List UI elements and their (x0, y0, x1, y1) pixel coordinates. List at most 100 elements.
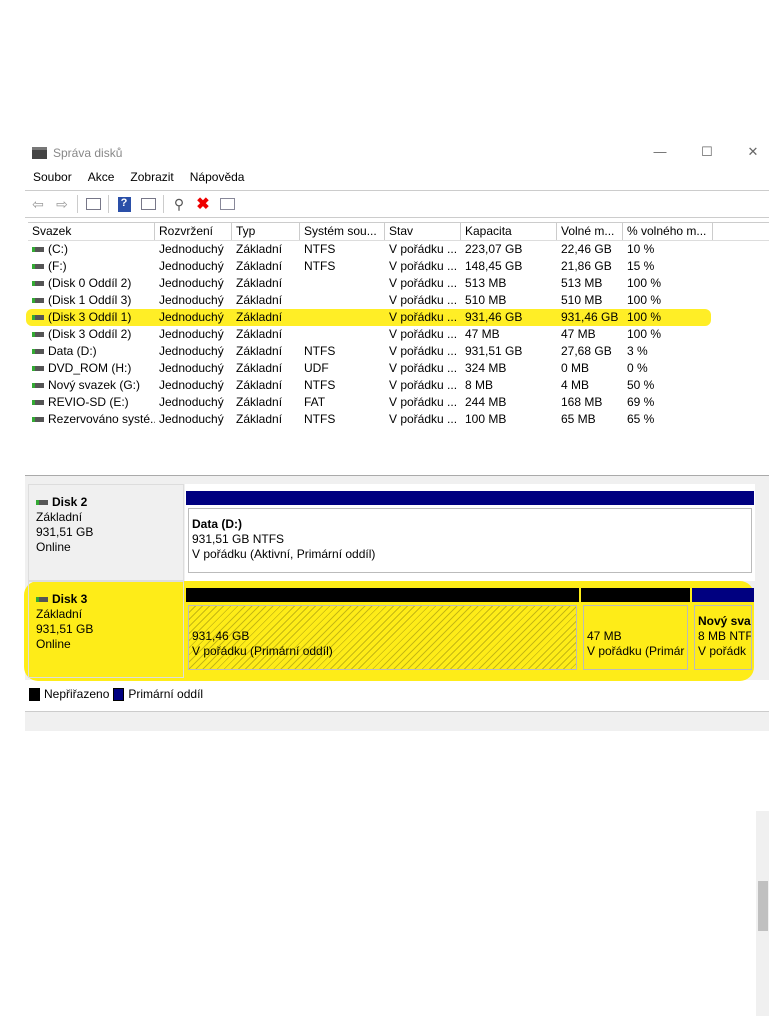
partition-data-d[interactable]: Data (D:) 931,51 GB NTFS V pořádku (Akti… (185, 484, 755, 576)
cell-volne: 4 MB (557, 377, 623, 394)
column-stav[interactable]: Stav (385, 223, 461, 240)
table-row[interactable]: (Disk 1 Oddíl 3) Jednoduchý Základní V pořá… (28, 292, 769, 309)
cell-volne: 22,46 GB (557, 241, 623, 258)
cell-text: 0 % (627, 361, 648, 375)
cell-procento: 100 % (623, 292, 713, 309)
cell-text: Základní (236, 378, 283, 392)
cell-text: NTFS (304, 412, 336, 426)
cell-svazek: Nový svazek (G:) (28, 377, 155, 394)
menu-akce[interactable]: Akce (80, 170, 123, 188)
cell-text: Jednoduchý (159, 242, 224, 256)
cell-text: 168 MB (561, 395, 603, 409)
partition-title (192, 614, 573, 629)
disk-2-label[interactable]: Disk 2 Základní 931,51 GB Online (28, 484, 184, 581)
legend: Nepřiřazeno Primární oddíl (29, 687, 203, 701)
vertical-scrollbar[interactable] (756, 811, 769, 1016)
partition-title: Nový sva (698, 614, 751, 628)
column-svazek[interactable]: Svazek (28, 223, 155, 240)
menu-soubor[interactable]: Soubor (25, 170, 80, 188)
cell-text: Jednoduchý (159, 327, 224, 341)
cell-text: Základní (236, 344, 283, 358)
column-volne-misto[interactable]: Volné m... (557, 223, 623, 240)
table-row[interactable]: (Disk 3 Oddíl 2) Jednoduchý Základní V pořá… (28, 326, 769, 343)
table-row[interactable]: (Disk 3 Oddíl 1) Jednoduchý Základní V pořá… (26, 309, 769, 326)
cell-typ: Základní (232, 292, 300, 309)
table-row[interactable]: DVD_ROM (H:) Jednoduchý Základní UDF V pořád… (28, 360, 769, 377)
menu-zobrazit[interactable]: Zobrazit (122, 170, 181, 188)
minimize-button[interactable]: — (645, 144, 675, 159)
cell-svazek: (Disk 1 Oddíl 3) (28, 292, 155, 309)
cell-svazek: (Disk 0 Oddíl 2) (28, 275, 155, 292)
console-tree-icon[interactable] (84, 196, 102, 212)
legend-primary: Primární oddíl (128, 687, 204, 701)
action-pane-icon[interactable] (139, 196, 157, 212)
disk-3-label[interactable]: Disk 3 Základní 931,51 GB Online (28, 581, 184, 678)
partition-title: Data (D:) (192, 517, 242, 531)
cell-text: 15 % (627, 259, 655, 273)
back-arrow-icon[interactable]: ⇦ (29, 196, 47, 212)
cell-text: 8 MB (465, 378, 494, 392)
cell-text: (C:) (48, 242, 68, 256)
scrollbar-thumb[interactable] (758, 881, 768, 931)
cell-procento: 3 % (623, 343, 713, 360)
column-rozvrzeni[interactable]: Rozvržení (155, 223, 232, 240)
properties-icon[interactable] (218, 196, 236, 212)
table-row[interactable]: Nový svazek (G:) Jednoduchý Základní NTFS V … (28, 377, 769, 394)
table-row[interactable]: Data (D:) Jednoduchý Základní NTFS V pořádku… (28, 343, 769, 360)
help-icon[interactable]: ? (115, 196, 133, 212)
cell-text: V pořádku ... (389, 344, 458, 358)
cell-text: 244 MB (465, 395, 507, 409)
volume-icon (32, 315, 44, 321)
cell-stav: V pořádku ... (385, 360, 461, 377)
cell-text: V pořádku ... (389, 259, 458, 273)
cell-kapacita: 510 MB (461, 292, 557, 309)
partition-size: 47 MB (587, 629, 622, 643)
delete-icon[interactable]: ✖ (194, 196, 212, 213)
cell-kapacita: 513 MB (461, 275, 557, 292)
disk-icon (36, 500, 48, 506)
cell-text: NTFS (304, 242, 336, 256)
cell-text: Jednoduchý (159, 276, 224, 290)
cell-kapacita: 100 MB (461, 411, 557, 428)
disk-status: Online (36, 540, 71, 554)
cell-svazek: (Disk 3 Oddíl 2) (28, 326, 155, 343)
legend-unallocated: Nepřiřazeno (44, 687, 110, 701)
column-typ[interactable]: Typ (232, 223, 300, 240)
table-row[interactable]: (F:) Jednoduchý Základní NTFS V pořádku ... 1… (28, 258, 769, 275)
table-row[interactable]: Rezervováno systé... Jednoduchý Základní NT… (28, 411, 769, 428)
cell-text: 50 % (627, 378, 655, 392)
cell-text: 65 MB (561, 412, 596, 426)
connect-drive-icon[interactable]: ⚲ (170, 196, 188, 212)
forward-arrow-icon[interactable]: ⇨ (53, 196, 71, 212)
column-kapacita[interactable]: Kapacita (461, 223, 557, 240)
cell-kapacita: 148,45 GB (461, 258, 557, 275)
cell-rozvrzeni: Jednoduchý (155, 411, 232, 428)
table-row[interactable]: (C:) Jednoduchý Základní NTFS V pořádku ... 2… (28, 241, 769, 258)
cell-text: 21,86 GB (561, 259, 612, 273)
disk-graph-pane: Disk 2 Základní 931,51 GB Online Data (D… (24, 475, 769, 1016)
volume-icon (32, 264, 44, 270)
partition-disk3-2[interactable]: 47 MB V pořádku (Primár (580, 581, 691, 673)
cell-system: NTFS (300, 411, 385, 428)
table-row[interactable]: REVIO-SD (E:) Jednoduchý Základní FAT V pořá… (28, 394, 769, 411)
partition-disk3-1[interactable]: 931,46 GB V pořádku (Primární oddíl) (185, 581, 580, 673)
cell-stav: V pořádku ... (385, 241, 461, 258)
column-system-souboru[interactable]: Systém sou... (300, 223, 385, 240)
cell-text: NTFS (304, 344, 336, 358)
disk-management-window: Správa disků — ☐ ✕ Soubor Akce Zobrazit … (24, 140, 769, 1016)
maximize-button[interactable]: ☐ (692, 144, 722, 160)
volume-icon (32, 400, 44, 406)
cell-svazek: Rezervováno systé... (28, 411, 155, 428)
cell-procento: 65 % (623, 411, 713, 428)
cell-text: Základní (236, 412, 283, 426)
cell-text: Základní (236, 395, 283, 409)
close-button[interactable]: ✕ (738, 144, 768, 160)
cell-procento: 100 % (623, 275, 713, 292)
table-row[interactable]: (Disk 0 Oddíl 2) Jednoduchý Základní V pořá… (28, 275, 769, 292)
partition-novy-svazek[interactable]: Nový sva 8 MB NTF V pořádk (691, 581, 755, 673)
cell-rozvrzeni: Jednoduchý (155, 275, 232, 292)
disk-name: Disk 2 (52, 495, 88, 509)
column-procent-volneho[interactable]: % volného m... (623, 223, 713, 240)
cell-volne: 168 MB (557, 394, 623, 411)
menu-napoveda[interactable]: Nápověda (182, 170, 253, 188)
